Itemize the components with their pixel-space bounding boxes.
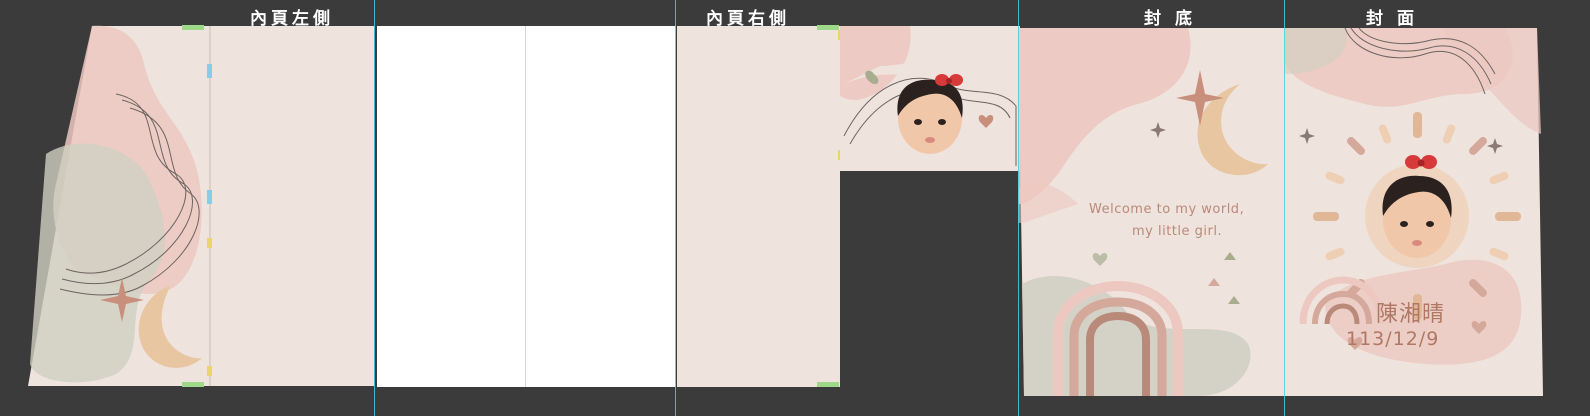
baby-photo [1382, 175, 1452, 258]
fold-guide-line[interactable] [675, 0, 676, 416]
spread-fold-line [525, 26, 526, 387]
inner-right-page[interactable] [677, 26, 840, 387]
child-name: 陳湘晴 [1376, 302, 1446, 327]
fold-guide-line[interactable] [374, 0, 375, 416]
fold-marker-tag [182, 25, 204, 30]
welcome-line-1: Welcome to my world, [1089, 202, 1245, 217]
inner-left-panel[interactable] [26, 24, 376, 388]
fold-marker-tag [817, 25, 839, 30]
design-canvas: 內頁左側 內頁右側 封 底 封 面 Welcome to my world, m… [0, 0, 1590, 416]
fold-marker-tag [207, 238, 212, 248]
fold-marker-tag [817, 382, 839, 387]
fold-marker-tag [207, 366, 212, 376]
welcome-line-2: my little girl. [1132, 224, 1223, 239]
fold-guide-line[interactable] [1284, 0, 1285, 416]
inner-right-flap[interactable] [840, 26, 1020, 171]
inner-left-page [210, 26, 374, 386]
birth-date: 113/12/9 [1346, 328, 1440, 350]
fold-marker-tag [182, 382, 204, 387]
fold-guide-line[interactable] [1018, 0, 1019, 416]
fold-marker-tag [207, 64, 212, 78]
blank-spread[interactable] [377, 26, 676, 387]
fold-marker-tag [207, 190, 212, 204]
baby-photo [897, 79, 963, 154]
